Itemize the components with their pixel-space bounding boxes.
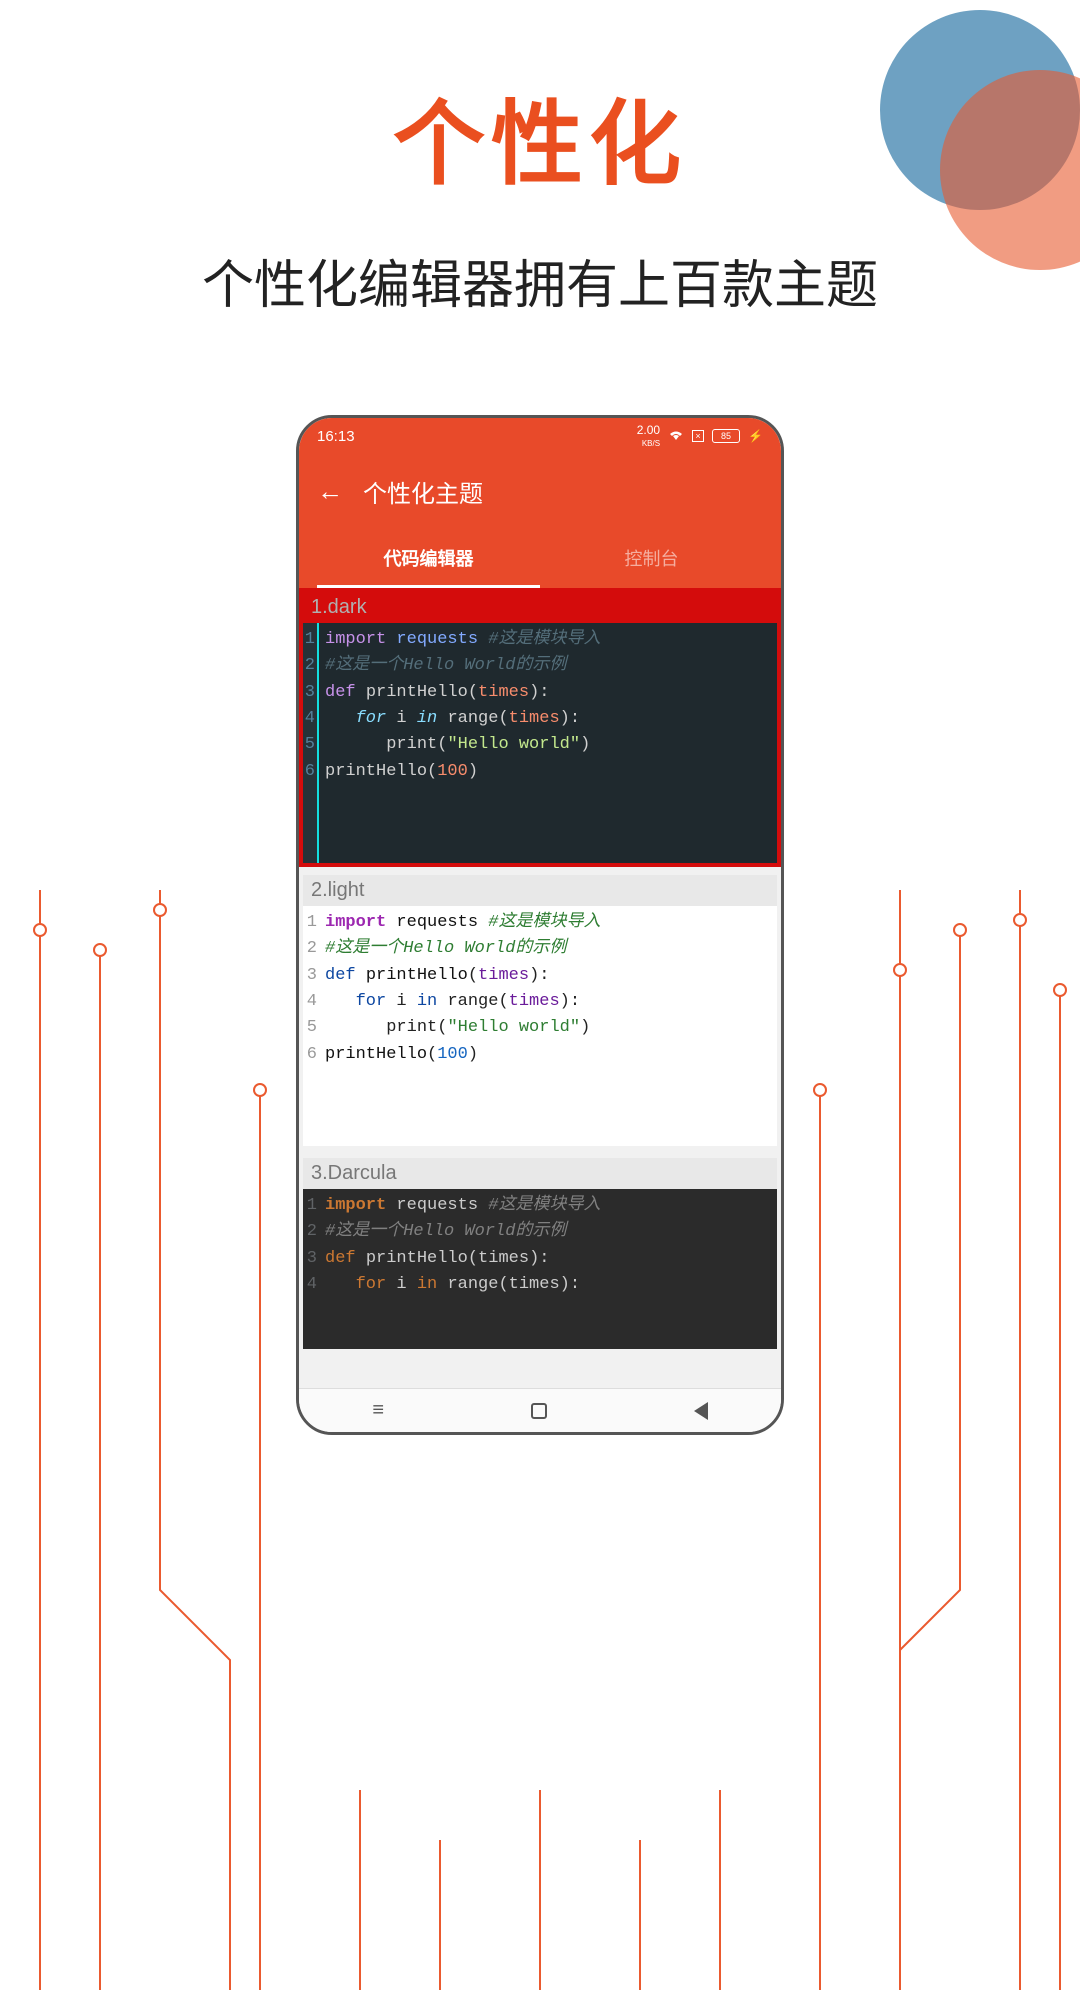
charging-icon: ⚡ xyxy=(748,429,763,443)
app-bar: ← 个性化主题 代码编辑器 控制台 xyxy=(299,454,781,588)
nav-menu-button[interactable]: ≡ xyxy=(372,1399,384,1422)
theme-label: 3.Darcula xyxy=(303,1158,777,1189)
decoration-top-right xyxy=(880,10,1080,270)
tabs: 代码编辑器 控制台 xyxy=(317,533,763,588)
nav-back-button[interactable] xyxy=(694,1402,708,1420)
status-time: 16:13 xyxy=(317,428,355,445)
nav-home-button[interactable] xyxy=(531,1403,547,1419)
nav-bar: ≡ xyxy=(299,1388,781,1432)
appbar-title: 个性化主题 xyxy=(363,474,483,509)
theme-card-darcula[interactable]: 3.Darcula 1234 import requests #这是模块导入 #… xyxy=(299,1154,781,1353)
status-bar: 16:13 2.00 KB/S × 85 ⚡ xyxy=(299,418,781,454)
phone-frame: 16:13 2.00 KB/S × 85 ⚡ ← 个性化主题 代码编辑器 控制台… xyxy=(296,415,784,1435)
close-box-icon: × xyxy=(692,430,704,442)
theme-label: 1.dark xyxy=(303,592,777,623)
wifi-icon xyxy=(668,429,684,444)
theme-list[interactable]: 1.dark 123456 import requests #这是模块导入 #这… xyxy=(299,588,781,1388)
back-button[interactable]: ← xyxy=(317,476,343,507)
code-preview-light: 123456 import requests #这是模块导入 #这是一个Hell… xyxy=(303,906,777,1146)
code-preview-dark: 123456 import requests #这是模块导入 #这是一个Hell… xyxy=(303,623,777,863)
battery-icon: 85 xyxy=(712,429,740,443)
status-netspeed: 2.00 xyxy=(637,423,660,437)
theme-card-dark[interactable]: 1.dark 123456 import requests #这是模块导入 #这… xyxy=(299,588,781,867)
theme-card-light[interactable]: 2.light 123456 import requests #这是模块导入 #… xyxy=(299,871,781,1150)
tab-code-editor[interactable]: 代码编辑器 xyxy=(317,533,540,588)
code-preview-darcula: 1234 import requests #这是模块导入 #这是一个Hello … xyxy=(303,1189,777,1349)
theme-label: 2.light xyxy=(303,875,777,906)
tab-console[interactable]: 控制台 xyxy=(540,533,763,588)
status-netunit: KB/S xyxy=(642,439,660,448)
